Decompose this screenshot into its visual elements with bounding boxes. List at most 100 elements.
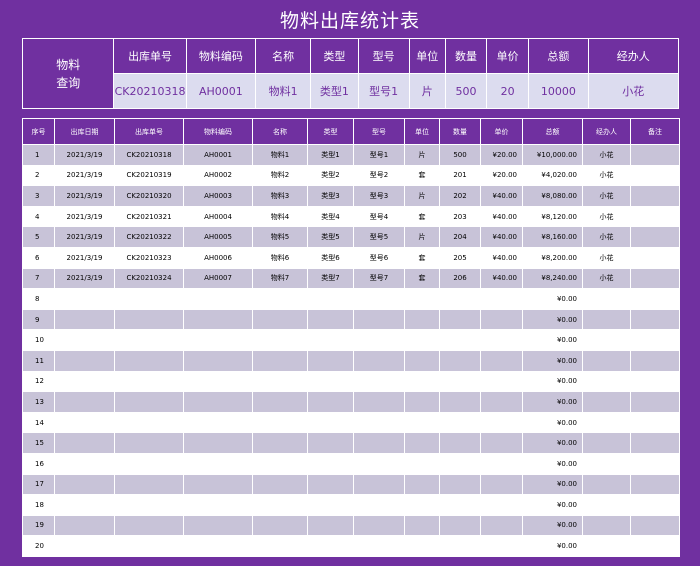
- table-cell: 2021/3/19: [54, 164, 115, 187]
- table-cell: [114, 288, 184, 310]
- table-cell: [630, 391, 680, 413]
- table-cell: [439, 288, 481, 310]
- table-cell: [252, 288, 308, 310]
- table-cell: [582, 370, 631, 393]
- table-cell: [630, 349, 680, 372]
- table-cell: [480, 308, 523, 331]
- table-cell: [630, 144, 680, 166]
- table-cell: [630, 226, 680, 248]
- table-cell: [307, 329, 354, 351]
- table-cell: 型号1: [353, 144, 405, 166]
- table-cell: 物料1: [252, 144, 308, 166]
- table-cell: [353, 411, 405, 434]
- table-cell: [252, 411, 308, 434]
- table-cell: [404, 370, 440, 393]
- table-row: 9 ¥0.00: [22, 308, 680, 331]
- column-header: 经办人: [582, 118, 631, 145]
- table-cell: [582, 535, 631, 557]
- table-cell: [480, 535, 523, 557]
- table-cell: [183, 370, 253, 393]
- table-row: 10 ¥0.00: [22, 329, 680, 351]
- query-label: 物料 查询: [21, 38, 115, 109]
- table-cell: [404, 411, 440, 434]
- column-header: 序号: [22, 118, 55, 145]
- table-cell: [307, 535, 354, 557]
- table-cell: ¥8,240.00: [522, 267, 583, 290]
- table-cell: 201: [439, 164, 481, 187]
- table-cell: [183, 473, 253, 496]
- table-cell: [404, 494, 440, 516]
- query-label-line: 查询: [56, 75, 81, 90]
- query-label-line: 物料: [56, 57, 81, 72]
- table-cell: [114, 494, 184, 516]
- table-cell: 物料4: [252, 205, 308, 228]
- table-row: 8 ¥0.00: [22, 288, 680, 310]
- table-cell: [307, 370, 354, 393]
- table-cell: [307, 308, 354, 331]
- table-cell: 206: [439, 267, 481, 290]
- table-cell: [582, 514, 631, 537]
- table-cell: [252, 473, 308, 496]
- table-cell: 型号3: [353, 185, 405, 207]
- table-cell: [353, 308, 405, 331]
- table-cell: CK20210319: [114, 164, 184, 187]
- query-value-cell: 小花: [587, 73, 680, 109]
- table-cell: [307, 473, 354, 496]
- column-header: 类型: [307, 118, 354, 145]
- table-cell: 2021/3/19: [54, 267, 115, 290]
- table-cell: [630, 267, 680, 290]
- table-cell: [252, 452, 308, 475]
- table-cell: [582, 288, 631, 310]
- table-cell: [480, 494, 523, 516]
- column-header: 出库日期: [54, 118, 115, 145]
- table-cell: [630, 329, 680, 351]
- table-cell: ¥0.00: [522, 432, 583, 454]
- table-cell: [582, 494, 631, 516]
- table-cell: ¥0.00: [522, 473, 583, 496]
- table-cell: [630, 494, 680, 516]
- table-cell: [404, 308, 440, 331]
- table-cell: 7: [22, 267, 55, 290]
- table-cell: ¥8,120.00: [522, 205, 583, 228]
- table-cell: [54, 308, 115, 331]
- table-cell: ¥8,160.00: [522, 226, 583, 248]
- table-cell: [307, 494, 354, 516]
- query-value-cell: 片: [408, 73, 446, 109]
- table-cell: 套: [404, 164, 440, 187]
- table-cell: 202: [439, 185, 481, 207]
- table-cell: 9: [22, 308, 55, 331]
- table-cell: 类型1: [307, 144, 354, 166]
- table-cell: [480, 473, 523, 496]
- table-cell: [252, 535, 308, 557]
- table-row: 2 2021/3/19 CK20210319 AH0002 物料2 类型2 型号2 套 201 ¥…: [22, 164, 680, 187]
- table-row: 14 ¥0.00: [22, 411, 680, 434]
- column-header: 单价: [480, 118, 523, 145]
- table-row: 13 ¥0.00: [22, 391, 680, 413]
- table-cell: CK20210323: [114, 246, 184, 269]
- table-cell: [404, 452, 440, 475]
- table-cell: 类型2: [307, 164, 354, 187]
- query-value-cell: 500: [444, 73, 488, 109]
- table-cell: [307, 411, 354, 434]
- table-cell: [480, 452, 523, 475]
- query-input-order-no[interactable]: CK20210318: [113, 73, 187, 109]
- table-cell: ¥0.00: [522, 411, 583, 434]
- table-cell: [54, 370, 115, 393]
- table-cell: ¥40.00: [480, 185, 523, 207]
- table-cell: [582, 391, 631, 413]
- table-cell: 5: [22, 226, 55, 248]
- table-cell: [307, 452, 354, 475]
- table-cell: [353, 452, 405, 475]
- table-cell: 8: [22, 288, 55, 310]
- table-cell: ¥0.00: [522, 494, 583, 516]
- table-cell: [439, 391, 481, 413]
- table-cell: 型号6: [353, 246, 405, 269]
- query-value-cell: 20: [486, 73, 530, 109]
- table-cell: AH0001: [183, 144, 253, 166]
- table-cell: [404, 432, 440, 454]
- query-value-cell: 类型1: [310, 73, 359, 109]
- table-cell: 4: [22, 205, 55, 228]
- table-cell: [404, 329, 440, 351]
- table-cell: CK20210320: [114, 185, 184, 207]
- table-cell: [307, 349, 354, 372]
